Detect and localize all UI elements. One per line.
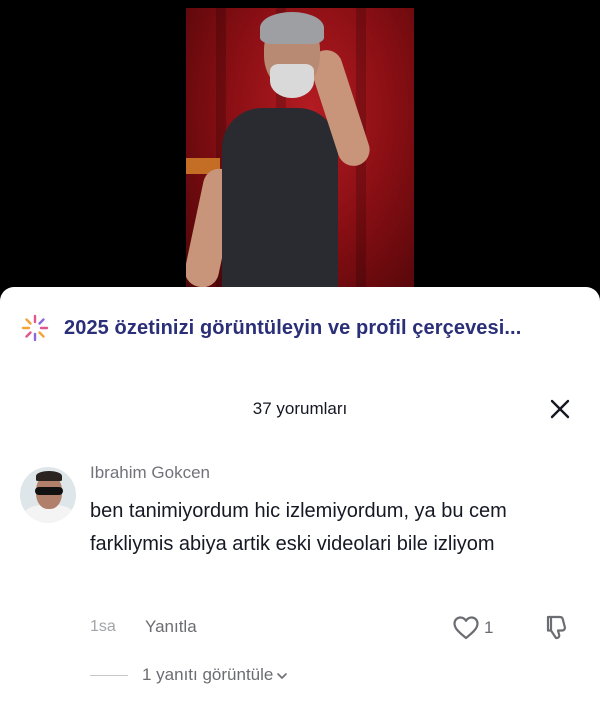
- video-player[interactable]: [0, 0, 600, 300]
- year-recap-banner[interactable]: 2025 özetinizi görüntüleyin ve profil çe…: [20, 313, 521, 343]
- thumbs-down-icon[interactable]: [542, 613, 570, 641]
- video-frame: [186, 8, 414, 300]
- comment-time: 1sa: [90, 618, 116, 635]
- performer-hair: [260, 12, 324, 44]
- sparkle-icon: [21, 314, 49, 342]
- view-replies-label: 1 yanıtı görüntüle: [142, 665, 274, 684]
- avatar-sunglasses: [35, 487, 63, 495]
- like-count: 1: [484, 618, 494, 637]
- performer-body: [222, 108, 338, 300]
- avatar-hair: [36, 471, 62, 481]
- comment-text: ben tanimiyordum hic izlemiyordum, ya bu…: [90, 500, 507, 555]
- comments-sheet: 2025 özetinizi görüntüleyin ve profil çe…: [0, 287, 600, 702]
- view-replies-button[interactable]: 1 yanıtı görüntüle: [90, 665, 289, 685]
- avatar[interactable]: [20, 467, 76, 523]
- banner-text: 2025 özetinizi görüntüleyin ve profil çe…: [64, 316, 522, 339]
- close-icon[interactable]: [548, 397, 572, 421]
- reply-button[interactable]: Yanıtla: [145, 617, 197, 637]
- comment-meta: 1sa Yanıtla 1: [90, 615, 590, 641]
- replies-divider: [90, 674, 128, 676]
- comments-header: 37 yorumları: [0, 395, 600, 425]
- comment-count: 37 yorumları: [252, 399, 348, 418]
- comment-username[interactable]: Ibrahim Gokcen: [90, 463, 210, 483]
- heart-icon[interactable]: [452, 615, 480, 641]
- chevron-down-icon: [277, 673, 288, 679]
- performer-beard: [270, 64, 314, 98]
